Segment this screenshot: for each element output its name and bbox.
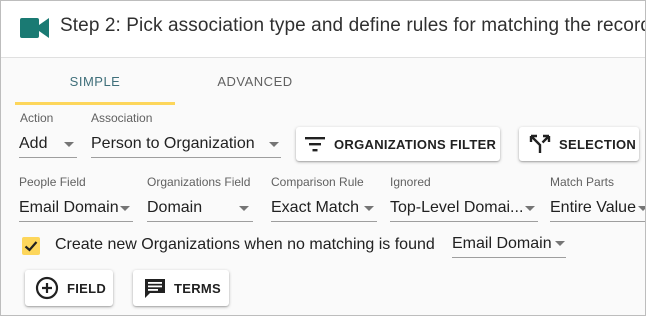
create-new-field-underline [452,257,566,258]
comparison-rule-label: Comparison Rule [271,175,364,189]
chevron-down-icon [64,142,74,147]
create-new-label: Create new Organizations when no matchin… [55,236,435,253]
tab-advanced[interactable]: ADVANCED [175,58,335,106]
mode-tabs: SIMPLE ADVANCED [1,58,645,106]
comparison-rule-value: Exact Match [271,199,360,216]
step-header: Step 2: Pick association type and define… [1,1,646,58]
chevron-down-icon [239,206,249,211]
match-parts-underline [550,221,645,222]
ignored-label: Ignored [390,175,431,189]
add-field-label: FIELD [67,281,107,296]
dialog-frame: Step 2: Pick association type and define… [0,0,646,316]
chevron-down-icon [269,142,279,147]
add-field-button[interactable]: FIELD [25,270,113,306]
filter-list-icon [305,137,325,152]
chevron-down-icon [638,206,645,211]
association-value: Person to Organization [91,135,255,152]
tab-simple[interactable]: SIMPLE [15,58,175,106]
match-parts-label: Match Parts [550,175,615,189]
step-title: Step 2: Pick association type and define… [60,15,646,36]
notes-icon [145,279,165,298]
terms-button[interactable]: TERMS [133,270,229,306]
selection-button[interactable]: SELECTION [519,127,639,161]
association-underline [91,157,281,158]
selection-label: SELECTION [559,137,637,152]
active-tab-indicator [15,102,175,105]
organizations-filter-label: ORGANIZATIONS FILTER [334,137,497,152]
check-icon [24,241,38,252]
organizations-field-value: Domain [147,199,203,216]
people-field-underline [19,221,133,222]
ignored-underline [390,221,538,222]
association-label: Association [91,111,153,125]
chevron-down-icon [525,206,535,211]
chevron-down-icon [555,241,565,246]
chevron-down-icon [364,206,374,211]
action-value: Add [19,135,48,152]
terms-label: TERMS [174,281,221,296]
organizations-filter-button[interactable]: ORGANIZATIONS FILTER [296,127,500,161]
organizations-field-underline [147,221,253,222]
add-circle-icon [35,276,59,300]
comparison-rule-underline [271,221,377,222]
organizations-field-label: Organizations Field [147,175,251,189]
action-label: Action [20,111,54,125]
create-new-field-value: Email Domain [452,235,552,252]
video-camera-icon [20,18,49,38]
people-field-label: People Field [19,175,86,189]
match-parts-value: Entire Value [550,199,636,216]
chevron-down-icon [120,206,130,211]
ignored-value: Top-Level Domai... [390,199,524,216]
create-new-checkbox[interactable] [22,237,40,255]
merge-arrows-icon [529,134,551,153]
people-field-value: Email Domain [19,199,119,216]
action-underline [19,157,77,158]
